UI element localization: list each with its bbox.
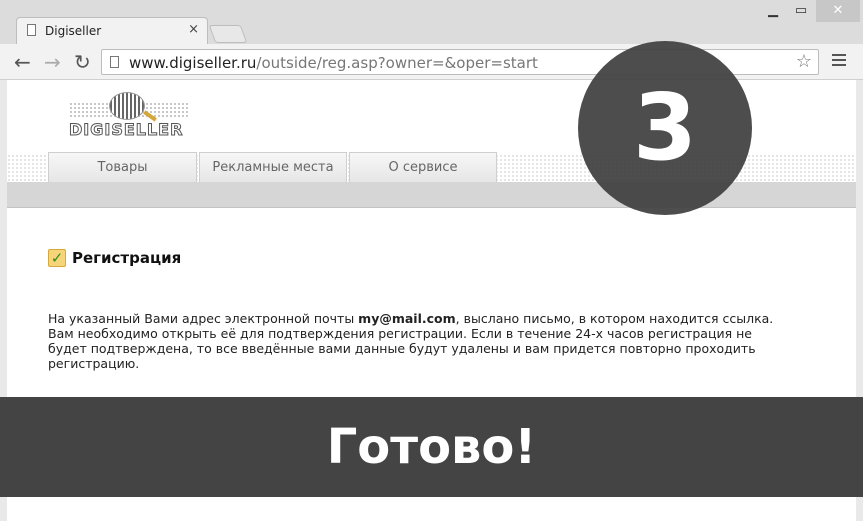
email-address: my@mail.com xyxy=(358,311,456,326)
window-close-icon[interactable]: ✕ xyxy=(816,0,860,22)
url-path: /outside/reg.asp?owner=&oper=start xyxy=(256,54,538,72)
url-host: www.digiseller.ru xyxy=(129,54,257,72)
maximize-icon[interactable]: ▭ xyxy=(788,0,814,22)
page-title: Регистрация xyxy=(72,249,182,267)
tab-about[interactable]: О сервисе xyxy=(349,152,497,182)
page-icon xyxy=(27,24,36,36)
url-text[interactable]: www.digiseller.ru/outside/reg.asp?owner=… xyxy=(129,54,538,72)
confirmation-message: На указанный Вами адрес электронной почт… xyxy=(48,311,793,371)
tab-strip: Digiseller × ▁ ▭ ✕ xyxy=(0,0,863,44)
forward-icon[interactable]: → xyxy=(44,50,61,74)
page-info-icon[interactable] xyxy=(110,56,119,68)
bookmark-star-icon[interactable]: ☆ xyxy=(796,51,812,72)
logo-text: DIGISELLER xyxy=(68,120,184,140)
step-number-badge: 3 xyxy=(578,41,752,215)
done-banner: Готово! xyxy=(0,397,863,497)
minimize-icon[interactable]: ▁ xyxy=(760,0,786,22)
back-icon[interactable]: ← xyxy=(14,50,31,74)
message-part-1: На указанный Вами адрес электронной почт… xyxy=(48,311,359,326)
checkmark-icon: ✓ xyxy=(48,249,66,267)
digiseller-logo[interactable]: DIGISELLER xyxy=(68,92,189,140)
tab-close-icon[interactable]: × xyxy=(188,22,199,37)
reload-icon[interactable]: ↻ xyxy=(74,50,91,74)
new-tab-button[interactable] xyxy=(208,25,248,43)
tab-goods[interactable]: Товары xyxy=(48,152,197,182)
logo-magnifier-icon xyxy=(109,92,145,120)
menu-icon[interactable] xyxy=(832,54,846,68)
tab-ad-places[interactable]: Рекламные места xyxy=(199,152,347,182)
browser-tab[interactable]: Digiseller × xyxy=(16,17,208,44)
tab-title: Digiseller xyxy=(45,24,102,38)
